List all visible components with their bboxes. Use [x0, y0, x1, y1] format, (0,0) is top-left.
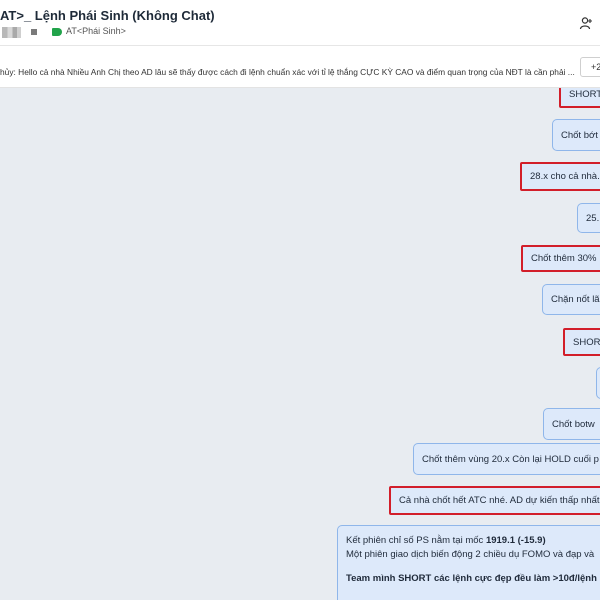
tag-icon: [52, 28, 62, 36]
channel-tag[interactable]: AT<Phái Sinh>: [66, 26, 126, 36]
message-bubble[interactable]: [596, 367, 600, 399]
summary-line-2: Một phiên giao dịch biến động 2 chiều dụ…: [346, 549, 595, 560]
message-bubble[interactable]: Chặn nốt lã: [542, 284, 600, 315]
message-bubble[interactable]: Chốt thêm vùng 20.x Còn lại HOLD cuối p: [413, 443, 600, 475]
message-bubble[interactable]: 25.: [577, 203, 600, 233]
message-bubble[interactable]: 28.x cho cả nhà...: [520, 162, 600, 191]
channel-title: AT>_ Lệnh Phái Sinh (Không Chat): [0, 8, 215, 23]
user-add-icon[interactable]: [579, 16, 593, 30]
summary-line-1: Kết phiên chỉ số PS nằm tại mốc 1919.1 (…: [346, 535, 546, 546]
chat-header: AT>_ Lệnh Phái Sinh (Không Chat) AT<Phái…: [0, 0, 600, 46]
pinned-more-button[interactable]: +2: [580, 57, 600, 77]
member-avatar-small[interactable]: [31, 29, 37, 35]
message-bubble[interactable]: Cả nhà chốt hết ATC nhé. AD dự kiến thấp…: [389, 486, 600, 515]
summary-line-3: Team mình SHORT các lệnh cực đẹp đều làm…: [346, 573, 600, 584]
message-bubble[interactable]: SHORT: [559, 88, 600, 108]
session-summary-bubble[interactable]: Kết phiên chỉ số PS nằm tại mốc 1919.1 (…: [337, 525, 600, 600]
pinned-message-text[interactable]: hủy: Hello cả nhà Nhiều Anh Chị theo AD …: [0, 67, 575, 77]
summary-spacer: [346, 562, 600, 572]
message-bubble[interactable]: Chốt thêm 30%: [521, 245, 600, 272]
message-list[interactable]: SHORT Chốt bớt 28.x cho cả nhà... 25. Ch…: [0, 88, 600, 600]
message-bubble[interactable]: Chốt botw: [543, 408, 600, 440]
message-bubble[interactable]: SHORT: [563, 328, 600, 356]
message-bubble[interactable]: Chốt bớt: [552, 119, 600, 151]
member-avatar[interactable]: [2, 27, 21, 38]
pinned-message-bar[interactable]: hủy: Hello cả nhà Nhiều Anh Chị theo AD …: [0, 46, 600, 88]
